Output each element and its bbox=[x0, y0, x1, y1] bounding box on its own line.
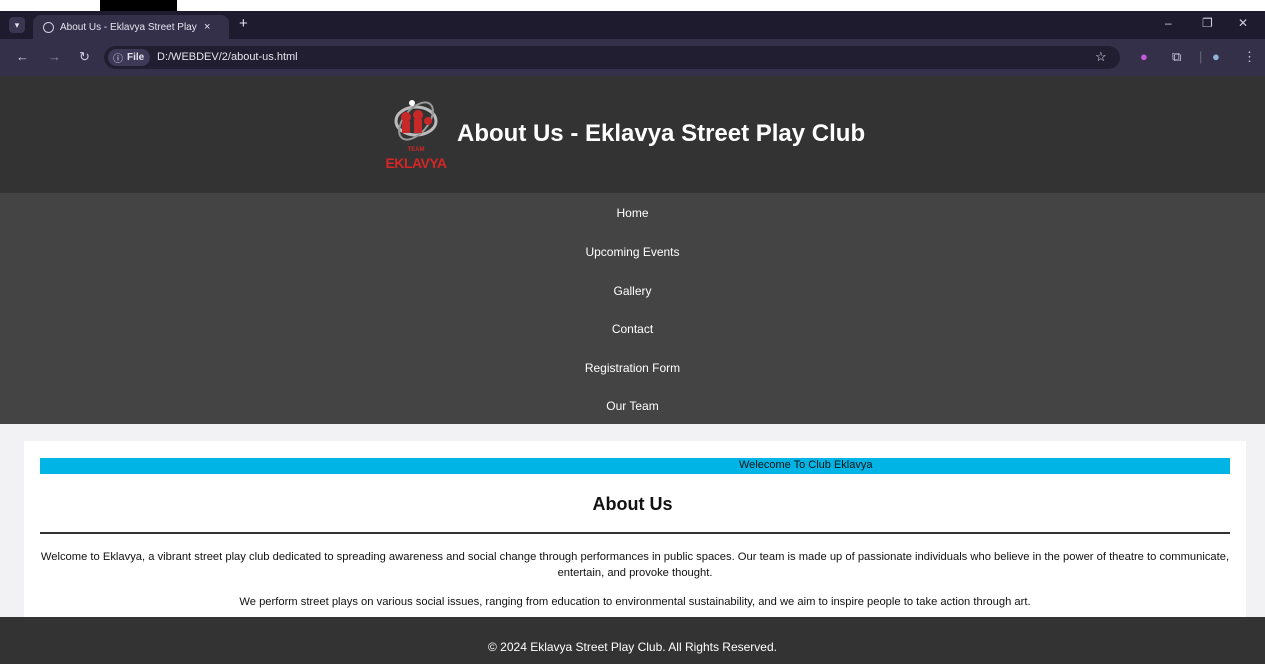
globe-icon bbox=[43, 21, 54, 33]
site-footer: © 2024 Eklavya Street Play Club. All Rig… bbox=[0, 617, 1265, 664]
restore-button[interactable]: ❐ bbox=[1202, 16, 1213, 30]
new-tab-button[interactable]: + bbox=[239, 16, 248, 31]
bookmark-star-icon[interactable]: ☆ bbox=[1095, 49, 1107, 65]
browser-tab[interactable]: About Us - Eklavya Street Play C × bbox=[33, 15, 229, 39]
logo-team-text: TEAM bbox=[407, 147, 425, 153]
minimize-button[interactable]: – bbox=[1165, 16, 1172, 30]
nav-registration-form[interactable]: Registration Form bbox=[0, 361, 1265, 375]
nav-home[interactable]: Home bbox=[0, 206, 1265, 220]
page-title: About Us - Eklavya Street Play Club bbox=[457, 120, 866, 147]
tab-search-button[interactable]: ▾ bbox=[9, 17, 25, 33]
browser-toolbar: ← → ↻ ⓘ File D:/WEBDEV/2/about-us.html ☆… bbox=[0, 39, 1265, 76]
footer-text: © 2024 Eklavya Street Play Club. All Rig… bbox=[488, 640, 777, 654]
site-nav: Home Upcoming Events Gallery Contact Reg… bbox=[0, 193, 1265, 424]
site-info-chip[interactable]: ⓘ File bbox=[108, 49, 151, 66]
chip-label: File bbox=[127, 52, 145, 63]
tab-title: About Us - Eklavya Street Play C bbox=[60, 21, 198, 33]
about-heading: About Us bbox=[592, 494, 673, 514]
menu-kebab-icon[interactable]: ⋮ bbox=[1243, 50, 1256, 63]
about-paragraph-2: We perform street plays on various socia… bbox=[239, 596, 1031, 608]
back-icon[interactable]: ← bbox=[16, 50, 29, 63]
divider bbox=[40, 532, 1230, 534]
nav-our-team[interactable]: Our Team bbox=[0, 399, 1265, 413]
extensions-puzzle-icon[interactable]: ⧉ bbox=[1172, 50, 1181, 63]
logo-emblem-icon bbox=[394, 100, 438, 141]
profile-avatar-icon[interactable]: ● bbox=[1212, 50, 1220, 63]
toolbar-divider: | bbox=[1199, 49, 1203, 64]
close-window-button[interactable]: ✕ bbox=[1238, 16, 1248, 30]
site-header: TEAM EKLAVYA About Us - Eklavya Street P… bbox=[0, 76, 1265, 193]
url-text: D:/WEBDEV/2/about-us.html bbox=[157, 51, 298, 63]
nav-contact[interactable]: Contact bbox=[0, 322, 1265, 336]
browser-tab-bar: ▾ About Us - Eklavya Street Play C × + –… bbox=[0, 11, 1265, 39]
eklavya-logo: TEAM EKLAVYA bbox=[384, 93, 448, 173]
logo-text: EKLAVYA bbox=[385, 155, 447, 171]
black-block bbox=[100, 0, 177, 11]
about-paragraph-1: Welcome to Eklavya, a vibrant street pla… bbox=[40, 551, 1230, 579]
info-icon: ⓘ bbox=[113, 54, 123, 65]
welcome-marquee: Welecome To Club Eklavya bbox=[40, 458, 1230, 474]
extension-colorful-icon[interactable]: ● bbox=[1140, 50, 1148, 63]
marquee-text: Welecome To Club Eklavya bbox=[739, 459, 873, 471]
reload-icon[interactable]: ↻ bbox=[79, 50, 90, 63]
top-strip bbox=[0, 0, 1265, 11]
nav-gallery[interactable]: Gallery bbox=[0, 284, 1265, 298]
nav-upcoming-events[interactable]: Upcoming Events bbox=[0, 245, 1265, 259]
tab-close-icon[interactable]: × bbox=[204, 21, 210, 33]
address-bar[interactable]: ⓘ File D:/WEBDEV/2/about-us.html ☆ bbox=[104, 46, 1120, 69]
forward-icon[interactable]: → bbox=[48, 50, 61, 63]
